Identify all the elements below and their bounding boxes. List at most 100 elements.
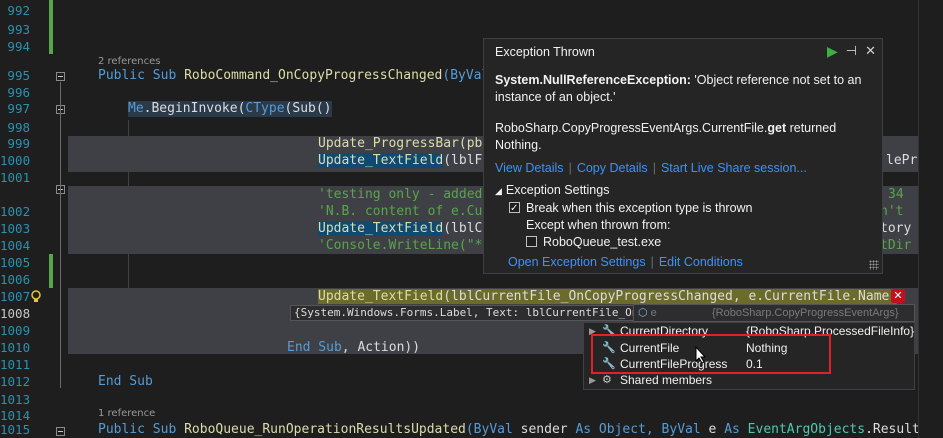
shared-members-icon: ⚙ <box>602 374 612 386</box>
code-token: RoboCommand_OnCopyProgressChanged <box>184 68 443 83</box>
codelens-references[interactable]: 2 references <box>98 56 161 67</box>
code-line-1015: Public Sub RoboQueue_RunOperationResults… <box>98 422 936 438</box>
lightbulb-icon[interactable] <box>30 290 42 304</box>
popup-controls: ▶ ⊣ ✕ <box>827 42 876 60</box>
line-number: 994 <box>7 39 30 54</box>
code-token: Update_TextField <box>318 153 444 168</box>
exception-type: System.NullReferenceException: <box>495 73 691 87</box>
line-number: 998 <box>7 120 30 135</box>
vertical-scrollbar[interactable] <box>918 0 943 438</box>
code-line-1011: End Sub, Action)) <box>287 340 420 356</box>
line-number: 995 <box>7 68 30 83</box>
code-line-1001-tail: 34 <box>888 187 904 202</box>
line-number: 1013 <box>0 392 31 407</box>
line-number: 1006 <box>0 272 31 287</box>
exception-detail-bold: get <box>767 121 787 135</box>
datatip-e-name: e <box>647 307 657 319</box>
break-when-row[interactable]: Break when this exception type is thrown <box>495 200 875 217</box>
exception-message: System.NullReferenceException: 'Object r… <box>495 72 875 154</box>
line-number: 992 <box>7 3 30 18</box>
error-close-icon[interactable]: ✕ <box>891 289 905 303</box>
code-token: Me <box>128 101 144 116</box>
resize-grip[interactable] <box>869 260 879 270</box>
line-number: 1009 <box>0 323 31 338</box>
open-exception-settings-link[interactable]: Open Exception Settings <box>508 255 646 269</box>
code-token: EventArgObjects <box>747 422 866 437</box>
line-number: 999 <box>7 136 30 151</box>
module-checkbox[interactable] <box>526 236 537 247</box>
code-token: RoboQueue_RunOperationResultsUpdated <box>184 422 466 437</box>
collapse-toggle[interactable] <box>56 72 65 81</box>
pin-icon[interactable]: ⊣ <box>846 42 857 60</box>
code-token: e <box>708 422 725 437</box>
line-number: 997 <box>7 101 30 116</box>
code-token: As <box>724 422 748 437</box>
datatip-e-value: {RoboSharp.CopyProgressEventArgs} <box>712 307 899 319</box>
mouse-cursor-icon <box>695 346 707 364</box>
code-token: End Sub <box>287 340 342 355</box>
continue-icon[interactable]: ▶ <box>827 42 838 60</box>
line-number: 1002 <box>0 204 31 219</box>
line-number-gutter: 992 993 994 995 996 997 998 999 1000 100… <box>0 0 65 438</box>
exception-popup: Exception Thrown ▶ ⊣ ✕ System.NullRefere… <box>483 38 883 274</box>
code-line-998: Update_ProgressBar(pbF <box>318 136 490 152</box>
line-number: 1008 <box>0 306 31 321</box>
codelens-references[interactable]: 1 reference <box>98 408 155 419</box>
code-line-1002-tail: n't <box>880 204 904 219</box>
code-line-1001: 'testing only - added <box>318 187 483 202</box>
code-token: (lblCurrentFile_OnCopyProgressChanged, e… <box>443 289 898 304</box>
datatip-sender[interactable]: {System.Windows.Forms.Label, Text: lblCu… <box>290 305 683 321</box>
code-token: .BeginInvoke( <box>143 101 246 116</box>
live-share-link[interactable]: Start Live Share session... <box>661 161 807 175</box>
line-number: 1001 <box>0 170 31 185</box>
line-number: 1000 <box>0 153 31 168</box>
highlight-box <box>591 334 831 374</box>
code-token: , ByVal <box>645 422 709 437</box>
code-token: Public Sub <box>98 422 185 437</box>
datatip-e[interactable]: ⬡ e {RoboSharp.CopyProgressEventArgs} <box>633 304 915 322</box>
popup-bottom-links: Open Exception Settings | Edit Conditions <box>508 255 743 269</box>
code-token: Update_ProgressBar(pbF <box>318 136 491 151</box>
line-number: 1004 <box>0 238 31 253</box>
code-line-1013: End Sub <box>98 374 153 389</box>
code-token: CType <box>245 101 285 116</box>
indent-guide <box>128 120 129 350</box>
code-token: (ByVal <box>465 422 521 437</box>
copy-details-link[interactable]: Copy Details <box>577 161 648 175</box>
line-number: 1015 <box>0 422 31 437</box>
code-line-995: Public Sub RoboCommand_OnCopyProgressCha… <box>98 68 489 84</box>
line-number: 1007 <box>0 289 31 304</box>
code-line-1004-tail: tDir <box>880 238 912 253</box>
line-number: 1012 <box>0 374 31 389</box>
code-token: , Action)) <box>341 340 421 355</box>
exception-detail: RoboSharp.CopyProgressEventArgs.CurrentF… <box>495 121 768 135</box>
module-row[interactable]: RoboQueue_test.exe <box>495 234 875 251</box>
edit-conditions-link[interactable]: Edit Conditions <box>659 255 743 269</box>
code-line-999-tail: lePr <box>886 153 918 168</box>
module-label: RoboQueue_test.exe <box>543 235 662 249</box>
fold-guide <box>60 115 61 355</box>
change-marker <box>49 0 53 54</box>
code-token: As Object <box>575 422 646 437</box>
popup-title: Exception Thrown <box>495 45 595 59</box>
expand-icon: ▶ <box>589 375 596 385</box>
line-number: 1003 <box>0 221 31 236</box>
change-marker <box>49 254 53 288</box>
code-token: Public Sub <box>98 68 185 83</box>
line-number: 993 <box>7 22 30 37</box>
collapse-toggle[interactable] <box>56 427 65 436</box>
code-token: sender <box>520 422 576 437</box>
break-when-label: Break when this exception type is thrown <box>526 201 753 215</box>
exception-settings: ◢Exception Settings Break when this exce… <box>495 182 875 269</box>
except-when-label: Except when thrown from: <box>526 218 671 232</box>
line-number: 1005 <box>0 255 31 270</box>
code-token: (Sub() <box>284 101 332 116</box>
code-line-997: Me.BeginInvoke(CType(Sub() <box>128 101 332 117</box>
view-details-link[interactable]: View Details <box>495 161 564 175</box>
close-icon[interactable]: ✕ <box>865 42 876 60</box>
line-number: 996 <box>7 85 30 100</box>
code-token: Update_TextField <box>318 289 444 304</box>
exception-settings-header[interactable]: ◢ Exception Settings <box>495 182 875 200</box>
datatip-row[interactable]: ▶ ⚙ Shared members <box>584 372 914 388</box>
break-when-checkbox[interactable] <box>509 200 520 217</box>
